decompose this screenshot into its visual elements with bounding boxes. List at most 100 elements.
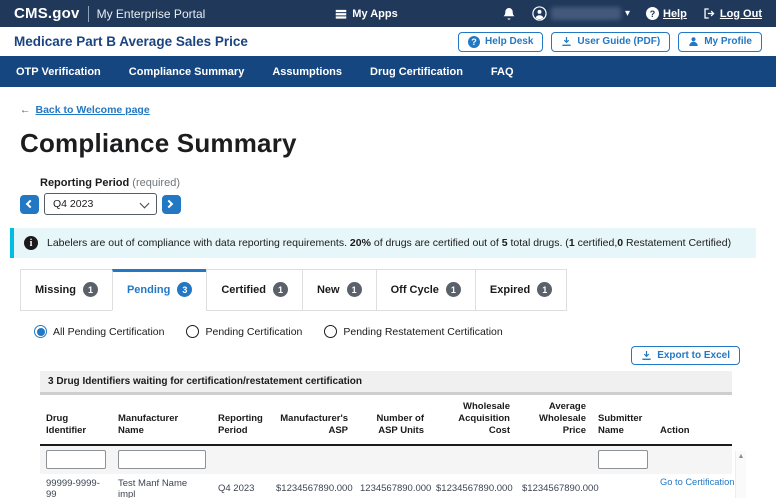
col-manufacturers-asp: Manufacturer's ASP: [270, 395, 354, 445]
logout-label: Log Out: [720, 8, 762, 20]
nav-faq[interactable]: FAQ: [491, 66, 514, 78]
question-icon: ?: [468, 36, 480, 48]
tab-label: Pending: [127, 284, 170, 296]
app-header: Medicare Part B Average Sales Price ? He…: [0, 27, 776, 56]
nav-drug-certification[interactable]: Drug Certification: [370, 66, 463, 78]
app-title: Medicare Part B Average Sales Price: [14, 34, 248, 49]
logout-link[interactable]: Log Out: [703, 7, 762, 20]
reporting-period-value: Q4 2023: [53, 198, 93, 210]
tab-count-badge: 1: [273, 282, 288, 297]
export-label: Export to Excel: [657, 350, 730, 361]
tab-label: Expired: [490, 284, 530, 296]
bell-icon: [502, 7, 516, 21]
radio-all-pending-certification[interactable]: All Pending Certification: [34, 325, 164, 338]
previous-period-button[interactable]: [20, 195, 39, 214]
chevron-left-icon: [26, 199, 34, 207]
main-nav: OTP Verification Compliance Summary Assu…: [0, 56, 776, 87]
back-arrow-icon: ←: [20, 104, 31, 116]
redacted-account-name: [551, 7, 621, 20]
reporting-period-select[interactable]: Q4 2023: [44, 193, 157, 215]
alert-message: Labelers are out of compliance with data…: [47, 237, 731, 249]
my-profile-button[interactable]: My Profile: [678, 32, 762, 52]
tab-new[interactable]: New 1: [302, 269, 377, 311]
info-icon: i: [24, 236, 38, 250]
help-desk-button[interactable]: ? Help Desk: [458, 32, 543, 52]
table-scrollbar[interactable]: ▲: [735, 451, 746, 498]
col-wholesale-acquisition-cost: Wholesale Acquisition Cost: [430, 395, 516, 445]
brand-divider: [88, 6, 89, 22]
pending-drugs-table: 3 Drug Identifiers waiting for certifica…: [40, 371, 732, 498]
tab-certified[interactable]: Certified 1: [206, 269, 303, 311]
manufacturer-name-filter-input[interactable]: [118, 450, 206, 469]
tab-pending[interactable]: Pending 3: [112, 269, 207, 311]
table-header-row: Drug Identifier Manufacturer Name Report…: [40, 395, 732, 445]
units-cell: 1234567890.000: [354, 474, 430, 498]
radio-icon: [186, 325, 199, 338]
col-drug-identifier: Drug Identifier: [40, 395, 112, 445]
wac-cell: $1234567890.000: [430, 474, 516, 498]
nav-otp-verification[interactable]: OTP Verification: [16, 66, 101, 78]
go-to-certification-link[interactable]: Go to Certification →: [660, 477, 746, 487]
top-bar: CMS.gov My Enterprise Portal My Apps ▾ ?…: [0, 0, 776, 27]
user-guide-label: User Guide (PDF): [577, 36, 660, 47]
radio-icon: [34, 325, 47, 338]
radio-icon: [324, 325, 337, 338]
tab-count-badge: 1: [83, 282, 98, 297]
help-desk-label: Help Desk: [485, 36, 533, 47]
tab-off-cycle[interactable]: Off Cycle 1: [376, 269, 476, 311]
radio-label: Pending Restatement Certification: [343, 326, 502, 338]
status-tabs: Missing 1 Pending 3 Certified 1 New 1 Of…: [20, 269, 756, 311]
chevron-down-icon: [140, 199, 150, 209]
help-label: Help: [663, 8, 687, 20]
tab-label: Missing: [35, 284, 76, 296]
reporting-period-label: Reporting Period (required): [40, 177, 756, 189]
help-link[interactable]: ? Help: [646, 7, 687, 20]
nav-assumptions[interactable]: Assumptions: [272, 66, 342, 78]
back-to-welcome-link[interactable]: ← Back to Welcome page: [20, 104, 150, 116]
logout-icon: [703, 7, 716, 20]
compliance-alert: i Labelers are out of compliance with da…: [10, 228, 756, 258]
tab-label: New: [317, 284, 340, 296]
nav-compliance-summary[interactable]: Compliance Summary: [129, 66, 245, 78]
pending-filter-radios: All Pending Certification Pending Certif…: [34, 325, 756, 338]
col-number-of-asp-units: Number of ASP Units: [354, 395, 430, 445]
user-guide-button[interactable]: User Guide (PDF): [551, 32, 670, 52]
col-manufacturer-name: Manufacturer Name: [112, 395, 212, 445]
scroll-up-icon[interactable]: ▲: [736, 451, 746, 463]
period-cell: Q4 2023: [212, 474, 270, 498]
drug-identifier-filter-input[interactable]: [46, 450, 106, 469]
my-apps-menu[interactable]: My Apps: [335, 8, 397, 20]
tab-missing[interactable]: Missing 1: [20, 269, 113, 311]
portal-name: My Enterprise Portal: [97, 7, 206, 21]
tab-count-badge: 3: [177, 282, 192, 297]
chevron-down-icon: ▾: [625, 8, 630, 19]
cms-logo[interactable]: CMS.gov: [14, 5, 80, 22]
account-dropdown[interactable]: ▾: [532, 6, 630, 21]
col-average-wholesale-price: Average Wholesale Price: [516, 395, 592, 445]
tab-count-badge: 1: [537, 282, 552, 297]
my-profile-label: My Profile: [704, 36, 752, 47]
radio-pending-certification[interactable]: Pending Certification: [186, 325, 302, 338]
submitter-name-filter-input[interactable]: [598, 450, 648, 469]
notifications-button[interactable]: [502, 7, 516, 21]
awp-cell: $1234567890.000: [516, 474, 592, 498]
chevron-right-icon: [165, 199, 173, 207]
next-period-button[interactable]: [162, 195, 181, 214]
tab-label: Off Cycle: [391, 284, 439, 296]
tab-expired[interactable]: Expired 1: [475, 269, 567, 311]
person-icon: [688, 36, 699, 47]
question-icon: ?: [646, 7, 659, 20]
asp-cell: $1234567890.000: [270, 474, 354, 498]
export-to-excel-button[interactable]: Export to Excel: [631, 346, 740, 365]
page-title: Compliance Summary: [20, 128, 756, 159]
col-submitter-name: Submitter Name: [592, 395, 654, 445]
download-icon: [641, 350, 652, 361]
table-caption: 3 Drug Identifiers waiting for certifica…: [40, 371, 732, 395]
tab-label: Certified: [221, 284, 266, 296]
col-reporting-period: Reporting Period: [212, 395, 270, 445]
my-apps-label: My Apps: [352, 8, 397, 20]
apps-grid-icon: [335, 8, 347, 20]
radio-pending-restatement-certification[interactable]: Pending Restatement Certification: [324, 325, 502, 338]
manufacturer-cell: Test Manf Name impl: [112, 474, 212, 498]
radio-label: All Pending Certification: [53, 326, 164, 338]
